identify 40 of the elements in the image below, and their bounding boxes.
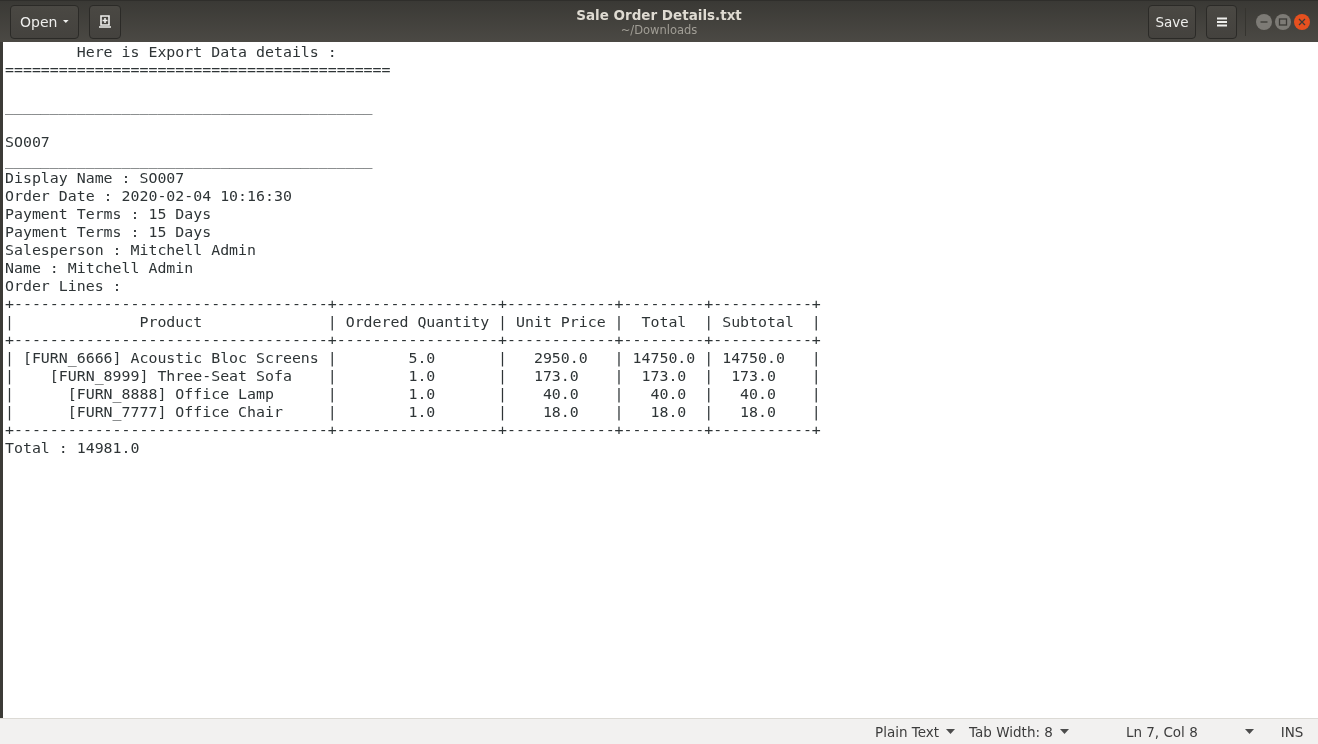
text-line: Payment Terms : 15 Days <box>5 205 212 223</box>
text-line: _________________________________________ <box>5 97 373 115</box>
cursor-position: Ln 7, Col 8 <box>1125 723 1198 740</box>
text-line: | [FURN_6666] Acoustic Bloc Screens | 5.0 | 2950.0 | 14750.0 | 14750.0 | <box>5 349 821 367</box>
maximize-button[interactable] <box>1275 13 1291 30</box>
text-line: =========================================== <box>5 61 391 79</box>
new-document-icon <box>98 14 112 29</box>
new-document-button[interactable] <box>89 4 121 39</box>
text-line: Salesperson : Mitchell Admin <box>5 241 257 259</box>
text-line: Payment Terms : 15 Days <box>5 223 212 241</box>
text-line: Display Name : SO007 <box>5 169 185 187</box>
open-button[interactable]: Open <box>10 4 79 39</box>
text-line: +-----------------------------------+------------------+------------+---------+-----------+ <box>5 295 821 313</box>
menu-button[interactable] <box>1206 4 1237 39</box>
save-button[interactable]: Save <box>1148 4 1196 39</box>
text-line: Order Date : 2020-02-04 10:16:30 <box>5 187 292 205</box>
text-line: Total : 14981.0 <box>5 439 140 457</box>
text-line: Here is Export Data details : <box>75 43 337 61</box>
text-line: | Product | Ordered Quantity | Unit Price | Total | Subtotal | <box>5 313 821 331</box>
caret-icon <box>1244 729 1254 734</box>
caret-icon <box>946 729 956 734</box>
insert-mode: INS <box>1280 723 1304 740</box>
caret-icon <box>1059 729 1069 734</box>
text-line: | [FURN_7777] Office Chair | 1.0 | 18.0 | 18.0 | 18.0 | <box>5 403 821 421</box>
window-title: Sale Order Details.txt <box>576 6 742 24</box>
file-path: ~/Downloads <box>620 23 698 37</box>
tab-width-dropdown[interactable]: Tab Width: 8 <box>962 719 1076 744</box>
text-line: _________________________________________ <box>5 151 373 169</box>
text-line: +-----------------------------------+------------------+------------+---------+-----------+ <box>5 331 821 349</box>
text-line: SO007 <box>5 133 50 151</box>
text-line: +-----------------------------------+------------------+------------+---------+-----------+ <box>5 421 821 439</box>
menu-icon <box>1216 16 1227 27</box>
language-dropdown[interactable]: Plain Text <box>868 719 963 744</box>
text-line: Name : Mitchell Admin <box>5 259 194 277</box>
close-button[interactable] <box>1294 13 1310 30</box>
caret-icon <box>63 19 69 24</box>
text-line: | [FURN_8888] Office Lamp | 1.0 | 40.0 | 40.0 | 40.0 | <box>5 385 821 403</box>
text-line: Order Lines : <box>5 277 122 295</box>
minimize-button[interactable] <box>1256 13 1272 30</box>
text-line: | [FURN_8999] Three-Seat Sofa | 1.0 | 173.0 | 173.0 | 173.0 | <box>5 367 821 385</box>
